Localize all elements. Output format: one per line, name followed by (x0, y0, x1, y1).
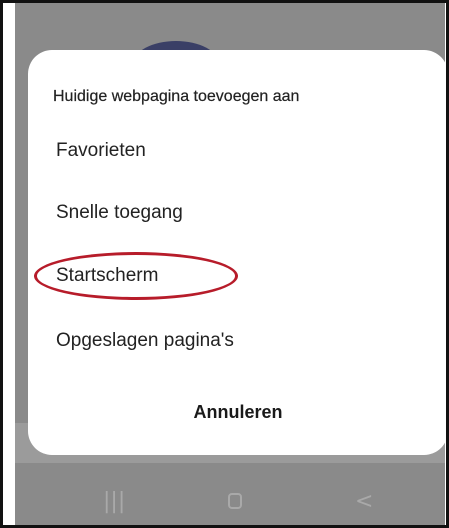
option-snelle-toegang[interactable]: Snelle toegang (56, 202, 183, 224)
option-opgeslagen-paginas[interactable]: Opgeslagen pagina's (56, 330, 234, 352)
recent-apps-icon[interactable]: ||| (103, 491, 125, 513)
cancel-button[interactable]: Annuleren (28, 402, 446, 423)
screenshot-frame: ||| < Huidige webpagina toevoegen aan Fa… (0, 0, 449, 528)
system-navigation-bar: ||| < (15, 473, 445, 525)
home-icon[interactable] (228, 493, 242, 509)
option-favorieten[interactable]: Favorieten (56, 140, 146, 162)
option-startscherm[interactable]: Startscherm (56, 265, 158, 287)
dialog-title: Huidige webpagina toevoegen aan (53, 88, 300, 105)
add-page-dialog: Huidige webpagina toevoegen aan Favoriet… (28, 50, 446, 455)
back-icon[interactable]: < (355, 491, 373, 513)
